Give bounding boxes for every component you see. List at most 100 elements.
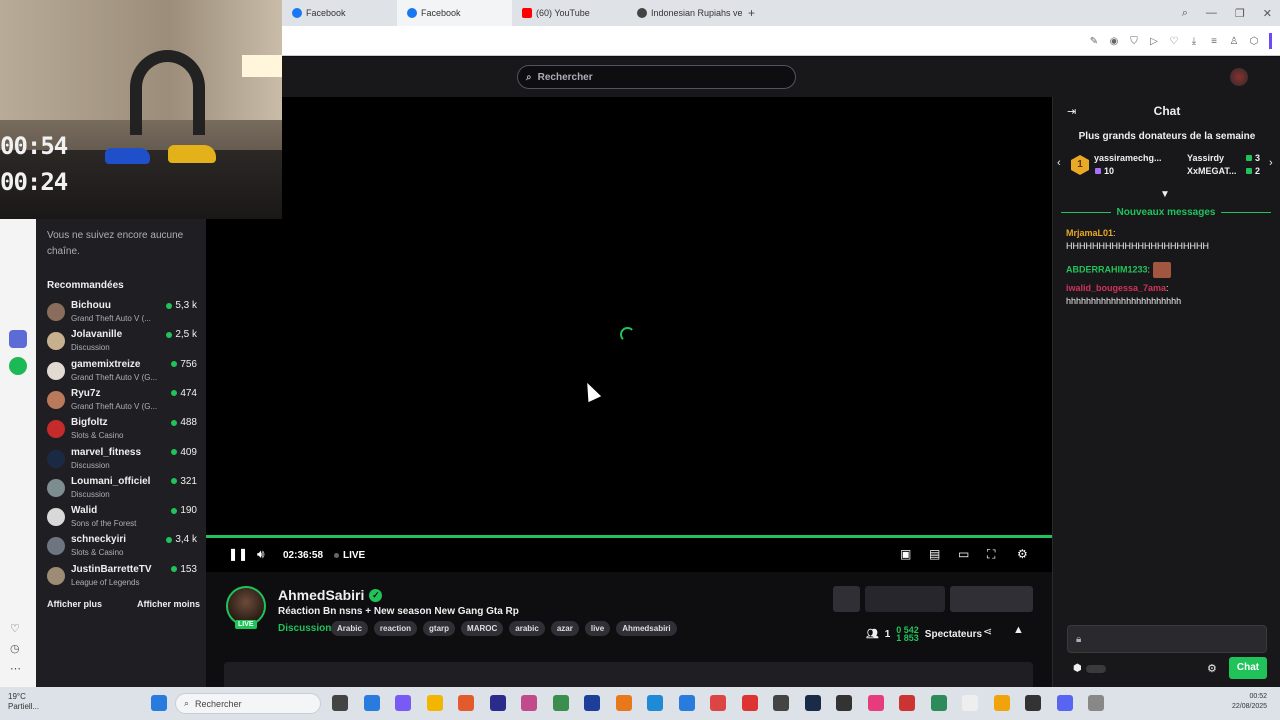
browser-tab-facebook-2[interactable]: Facebook [397,0,512,26]
chat-settings-icon[interactable]: ⚙ [1207,662,1217,675]
more-icon[interactable]: ⋯ [10,662,21,675]
taskbar-app-icon[interactable] [867,695,884,711]
taskbar-app-icon[interactable] [804,695,821,711]
user-avatar[interactable] [1230,68,1248,86]
volume-icon[interactable]: 🔊︎ [257,547,265,562]
taskbar-app-icon[interactable] [773,695,789,711]
menu-icon[interactable]: ≡ [1209,36,1219,47]
stream-tag[interactable]: live [584,621,611,636]
heart-icon[interactable]: ♡ [1169,36,1179,47]
show-less-button[interactable]: Afficher moins [137,599,200,609]
clip-icon[interactable]: ▣ [900,547,911,561]
heart-icon[interactable]: ♡ [10,622,20,635]
prev-arrow-icon[interactable]: ‹ [1057,157,1061,169]
sidebar-channel[interactable]: Jolavanille Discussion 2,5 k [47,328,197,357]
pause-button[interactable]: ❚❚ [228,547,248,561]
taskbar-app-icon[interactable] [899,695,915,711]
settings-gear-icon[interactable]: ⚙ [1017,547,1028,561]
browser-tab-facebook-1[interactable]: Facebook [282,0,397,26]
taskbar-search[interactable]: ⌕ Rechercher [175,693,321,714]
search-tabs-icon[interactable]: ⌕ [1182,7,1188,20]
stream-tag[interactable]: arabic [509,621,545,636]
notification-button[interactable] [833,586,860,612]
taskbar-app-icon[interactable] [332,695,348,711]
browser-tab-youtube[interactable]: (60) YouTube [512,0,627,26]
taskbar-app-icon[interactable] [678,695,695,711]
taskbar-app-icon[interactable] [552,695,569,711]
taskbar-app-icon[interactable] [710,695,726,711]
share-icon[interactable]: ⋖ [983,625,992,638]
new-tab-button[interactable]: + [748,6,755,20]
maximize-button[interactable]: ❐ [1235,7,1245,20]
follow-button[interactable] [865,586,945,612]
weather-widget[interactable]: 19°C Partiell... [8,692,39,712]
stream-tag[interactable]: MAROC [461,621,504,636]
donor-name-2[interactable]: Yassirdy [1187,153,1247,163]
taskbar-app-icon[interactable] [1088,695,1104,711]
next-arrow-icon[interactable]: › [1269,157,1273,169]
camera-icon[interactable]: ◉ [1109,36,1119,47]
app-store-icon[interactable] [9,330,27,348]
shield-icon[interactable]: ⛉ [1129,36,1139,47]
chat-points[interactable]: ⬢ [1073,663,1106,674]
start-button-icon[interactable] [151,695,167,711]
sidebar-channel[interactable]: marvel_fitness Discussion 409 [47,446,197,475]
play-icon[interactable]: ▷ [1149,36,1159,47]
video-player[interactable] [206,97,1052,538]
fullscreen-icon[interactable]: ⛶ [987,547,995,562]
search-input[interactable]: ⌕ Rechercher [517,65,796,89]
taskbar-app-icon[interactable] [930,695,947,711]
sidebar-channel[interactable]: schneckyiri Slots & Casino 3,4 k [47,533,197,562]
chat-username[interactable]: ABDERRAHIM1233 [1066,264,1148,274]
minimize-button[interactable]: — [1206,7,1217,19]
taskbar-app-icon[interactable] [615,695,632,711]
donor-name-1[interactable]: yassiramechg... [1094,153,1166,163]
subscribe-button[interactable] [950,586,1033,612]
taskbar-app-icon[interactable] [836,695,852,711]
sidebar-channel[interactable]: Loumani_officiel Discussion 321 [47,475,197,504]
extensions-icon[interactable]: ⬡ [1249,36,1259,47]
taskbar-app-icon[interactable] [489,695,506,711]
sidebar-channel[interactable]: Bigfoltz Slots & Casino 488 [47,416,197,445]
chat-username[interactable]: MrjamaL01 [1066,228,1113,238]
stream-tag[interactable]: Arabic [331,621,368,636]
spotify-icon[interactable] [9,357,27,375]
taskbar-app-icon[interactable] [647,695,663,711]
stream-tag[interactable]: reaction [373,621,418,636]
taskbar-app-icon[interactable] [993,695,1010,711]
taskbar-app-icon[interactable] [395,695,411,711]
stream-tag[interactable]: Ahmedsabiri [616,621,677,636]
taskbar-app-icon[interactable] [1025,695,1041,711]
stream-category[interactable]: Discussion [278,623,331,634]
cinema-mode-icon[interactable]: ▤ [929,547,940,561]
stream-tag[interactable]: gtarp [423,621,456,636]
theatre-mode-icon[interactable]: ▭ [958,547,969,561]
download-icon[interactable]: ⤓ [1189,36,1199,47]
report-alert-icon[interactable]: ▲ [1013,624,1024,636]
history-icon[interactable]: ◷ [10,642,20,655]
stream-tag[interactable]: azar [550,621,579,636]
show-more-button[interactable]: Afficher plus [47,599,102,609]
taskbar-app-icon[interactable] [741,695,758,711]
sidebar-channel[interactable]: Ryu7z Grand Theft Auto V (G... 474 [47,387,197,416]
taskbar-app-icon[interactable] [521,695,537,711]
edit-icon[interactable]: ✎ [1089,36,1099,47]
taskbar-app-icon[interactable] [962,695,978,711]
taskbar-app-icon[interactable] [584,695,600,711]
browser-tab-converter[interactable]: Indonesian Rupiahs vers N [627,0,742,26]
expand-donors-icon[interactable]: ▼ [1160,189,1170,200]
profile-icon[interactable]: ♙ [1229,36,1239,47]
taskbar-app-icon[interactable] [426,695,443,711]
taskbar-app-icon[interactable] [458,695,474,711]
taskbar-app-icon[interactable] [363,695,380,711]
chat-username[interactable]: iwalid_bougessa_7ama [1066,283,1166,293]
sidebar-channel[interactable]: JustinBarretteTV League of Legends 153 [47,563,197,592]
sidebar-channel[interactable]: Walid Sons of the Forest 190 [47,504,197,533]
sidebar-channel[interactable]: Bichouu Grand Theft Auto V (... 5,3 k [47,299,197,328]
chat-send-button[interactable]: Chat [1229,657,1267,679]
taskbar-app-icon[interactable] [1056,695,1073,711]
streamer-name[interactable]: AhmedSabiri ✓ [278,587,383,603]
close-button[interactable]: ✕ [1263,7,1272,20]
chat-input[interactable]: 🔒︎ [1067,625,1267,653]
sidebar-channel[interactable]: gamemixtreize Grand Theft Auto V (G... 756 [47,358,197,387]
